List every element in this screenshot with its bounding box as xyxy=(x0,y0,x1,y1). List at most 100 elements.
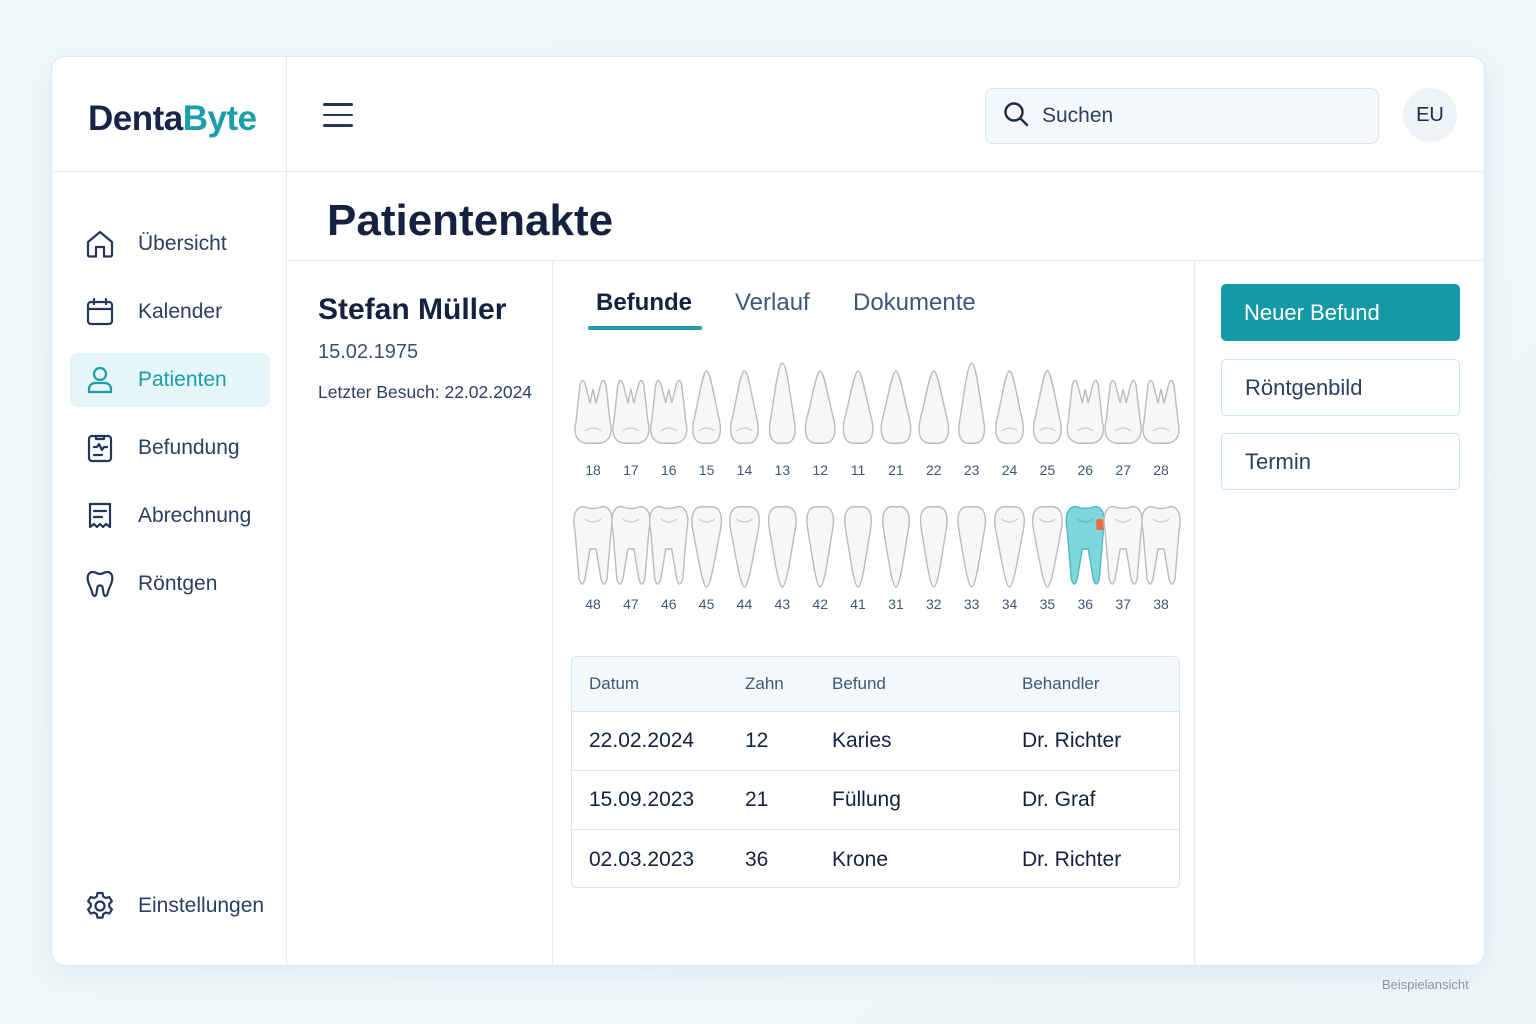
tooth-number-label: 33 xyxy=(964,596,980,612)
logo-part-byte: Byte xyxy=(182,99,257,138)
tooth-11[interactable]: 11 xyxy=(842,370,874,478)
sidebar-nav: Übersicht Kalender Patienten Befundung A… xyxy=(70,217,270,625)
cell-practitioner: Dr. Graf xyxy=(1022,788,1096,811)
search-input[interactable] xyxy=(1042,104,1342,128)
tab-befunde[interactable]: Befunde xyxy=(596,289,692,317)
table-header: Datum Zahn Befund Behandler xyxy=(572,657,1179,712)
tooth-12[interactable]: 12 xyxy=(804,370,836,478)
tooth-number-label: 47 xyxy=(623,596,639,612)
logo-part-denta: Denta xyxy=(88,99,183,138)
tooth-33[interactable]: 33 xyxy=(957,505,987,612)
chart-document-icon xyxy=(84,432,116,464)
tooth-17[interactable]: 17 xyxy=(612,379,650,478)
tooth-42[interactable]: 42 xyxy=(806,505,835,612)
tooth-25[interactable]: 25 xyxy=(1032,370,1062,478)
sidebar: DentaByte Übersicht Kalender Patienten B… xyxy=(52,57,287,965)
tooth-shape xyxy=(1031,505,1063,588)
table-row[interactable]: 22.02.2024 12 Karies Dr. Richter xyxy=(572,712,1179,771)
menu-icon[interactable] xyxy=(323,103,353,127)
button-label: Röntgenbild xyxy=(1245,374,1363,400)
tooth-38[interactable]: 38 xyxy=(1141,505,1181,612)
column-header-datum[interactable]: Datum xyxy=(589,657,639,711)
cell-finding: Karies xyxy=(832,729,892,752)
tooth-13[interactable]: 13 xyxy=(768,362,796,478)
sidebar-item-einstellungen[interactable]: Einstellungen xyxy=(70,879,270,933)
tooth-number-label: 16 xyxy=(661,462,677,478)
search-box[interactable] xyxy=(985,88,1379,144)
tooth-46[interactable]: 46 xyxy=(649,505,689,612)
tooth-number-label: 21 xyxy=(888,462,904,478)
tooth-shape xyxy=(1066,379,1104,445)
tooth-number-label: 24 xyxy=(1002,462,1018,478)
tooth-number-label: 46 xyxy=(661,596,677,612)
patient-birthdate: 15.02.1975 xyxy=(318,341,419,363)
tooth-number-label: 17 xyxy=(623,462,639,478)
sidebar-item-kalender[interactable]: Kalender xyxy=(70,285,270,339)
sidebar-item-label: Einstellungen xyxy=(138,894,265,917)
tooth-44[interactable]: 44 xyxy=(729,505,760,612)
appointment-button[interactable]: Termin xyxy=(1221,433,1460,490)
tooth-37[interactable]: 37 xyxy=(1103,505,1143,612)
tooth-18[interactable]: 18 xyxy=(574,379,612,478)
tooth-shape xyxy=(994,505,1025,588)
tooth-26[interactable]: 26 xyxy=(1066,379,1104,478)
tab-dokumente[interactable]: Dokumente xyxy=(853,289,976,317)
column-header-zahn[interactable]: Zahn xyxy=(745,657,784,711)
new-finding-button[interactable]: Neuer Befund xyxy=(1221,284,1460,341)
tooth-31[interactable]: 31 xyxy=(882,505,910,612)
tooth-27[interactable]: 27 xyxy=(1104,379,1142,478)
sidebar-item-befundung[interactable]: Befundung xyxy=(70,421,270,475)
active-tab-indicator xyxy=(588,326,702,330)
tooth-shape xyxy=(804,370,836,445)
tab-verlauf[interactable]: Verlauf xyxy=(735,289,810,317)
tooth-number-label: 45 xyxy=(699,596,715,612)
xray-button[interactable]: Röntgenbild xyxy=(1221,359,1460,416)
tooth-47[interactable]: 47 xyxy=(611,505,651,612)
finding-marker[interactable] xyxy=(1096,519,1104,530)
sidebar-item-uebersicht[interactable]: Übersicht xyxy=(70,217,270,271)
user-avatar[interactable]: EU xyxy=(1403,88,1457,142)
tooth-23[interactable]: 23 xyxy=(958,362,986,478)
tooth-shape xyxy=(611,505,651,585)
tooth-45[interactable]: 45 xyxy=(691,505,723,612)
tooth-21[interactable]: 21 xyxy=(880,370,912,478)
tooth-22[interactable]: 22 xyxy=(918,370,950,478)
tooth-number-label: 42 xyxy=(812,596,828,612)
tooth-shape xyxy=(574,379,612,445)
table-row[interactable]: 15.09.2023 21 Füllung Dr. Graf xyxy=(572,771,1179,830)
tooth-shape xyxy=(958,362,986,445)
tooth-14[interactable]: 14 xyxy=(730,370,759,478)
findings-panel: Befunde Verlauf Dokumente 18 17 16 15 14 13 12… xyxy=(553,261,1195,965)
tooth-48[interactable]: 48 xyxy=(573,505,613,612)
table-row[interactable]: 02.03.2023 36 Krone Dr. Richter xyxy=(572,830,1179,887)
sidebar-item-abrechnung[interactable]: Abrechnung xyxy=(70,489,270,543)
tooth-35[interactable]: 35 xyxy=(1031,505,1063,612)
tooth-number-label: 41 xyxy=(850,596,866,612)
column-header-behandler[interactable]: Behandler xyxy=(1022,657,1100,711)
column-header-befund[interactable]: Befund xyxy=(832,657,886,711)
user-icon xyxy=(84,364,116,396)
sidebar-item-label: Abrechnung xyxy=(138,504,252,527)
tooth-28[interactable]: 28 xyxy=(1142,379,1180,478)
sidebar-item-roentgen[interactable]: Röntgen xyxy=(70,557,270,611)
tooth-shape xyxy=(691,505,723,588)
tooth-34[interactable]: 34 xyxy=(994,505,1025,612)
tooth-shape xyxy=(842,370,874,445)
tooth-36[interactable]: 36 xyxy=(1065,505,1105,612)
tab-label: Befunde xyxy=(596,289,692,316)
tooth-43[interactable]: 43 xyxy=(767,505,797,612)
tooth-number-label: 25 xyxy=(1040,462,1056,478)
tooth-15[interactable]: 15 xyxy=(692,370,722,478)
tooth-shape xyxy=(919,505,948,588)
tooth-16[interactable]: 16 xyxy=(650,379,688,478)
sidebar-item-patienten[interactable]: Patienten xyxy=(70,353,270,407)
tooth-shape xyxy=(806,505,835,588)
tooth-number-label: 28 xyxy=(1153,462,1169,478)
sidebar-item-label: Kalender xyxy=(138,300,223,323)
tab-label: Dokumente xyxy=(853,289,976,316)
tooth-32[interactable]: 32 xyxy=(919,505,948,612)
tooth-41[interactable]: 41 xyxy=(844,505,872,612)
app-logo[interactable]: DentaByte xyxy=(88,99,257,139)
tooth-24[interactable]: 24 xyxy=(995,370,1024,478)
footnote: Beispielansicht xyxy=(1382,977,1469,992)
